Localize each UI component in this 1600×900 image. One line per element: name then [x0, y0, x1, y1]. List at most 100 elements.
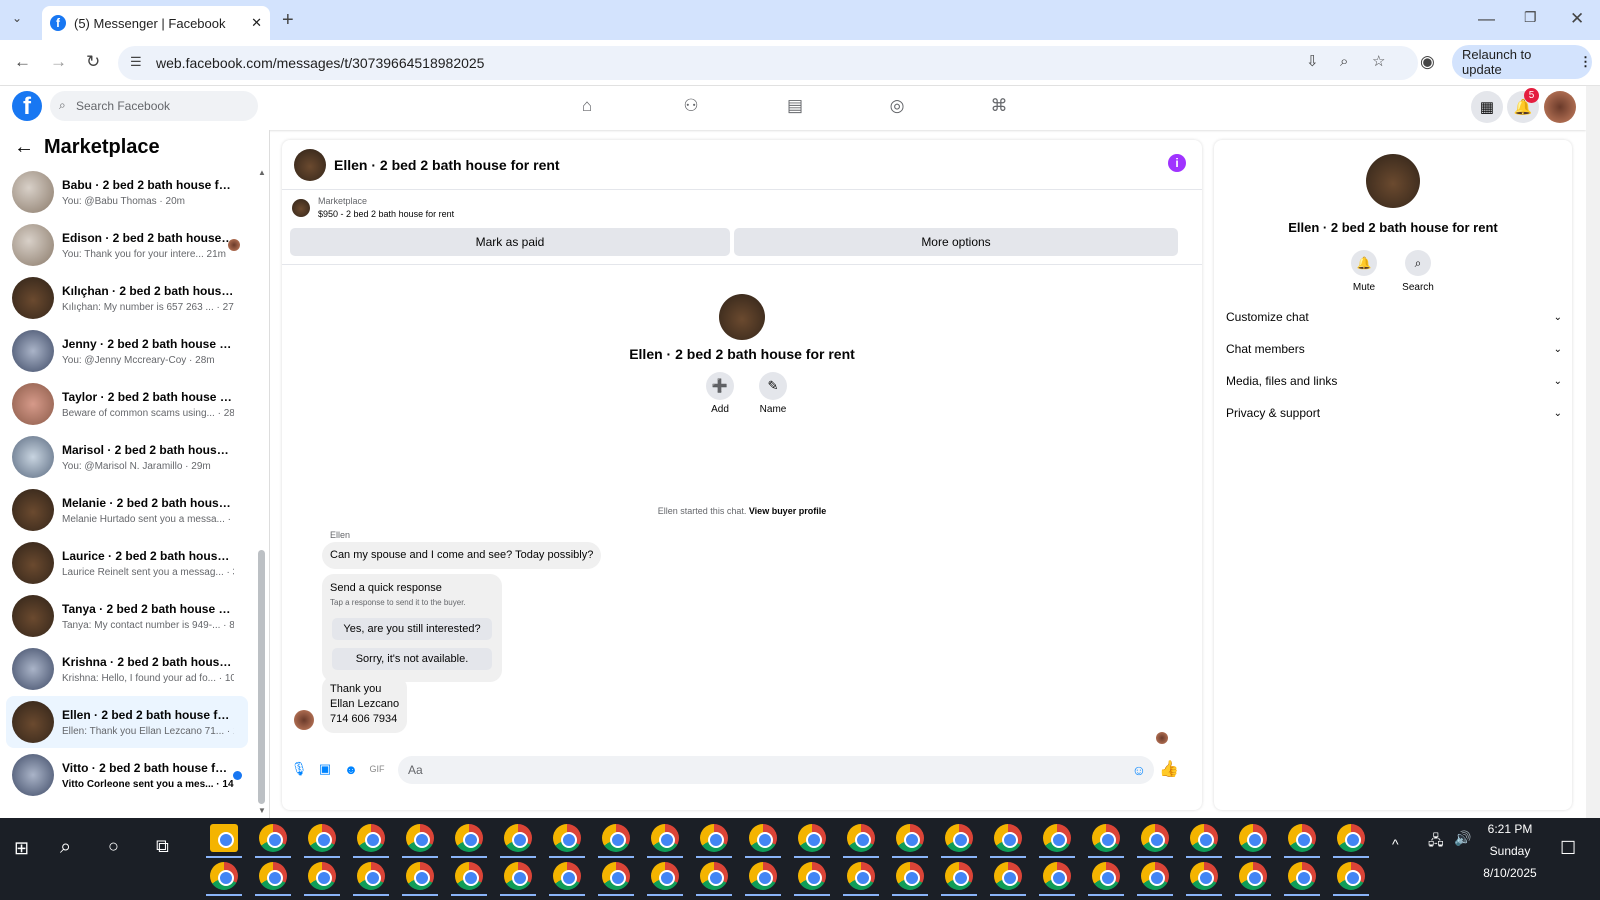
- chrome-window-icon[interactable]: [700, 862, 728, 890]
- mark-as-paid-button[interactable]: Mark as paid: [290, 228, 730, 256]
- chrome-window-icon[interactable]: [651, 824, 679, 852]
- scroll-up-icon[interactable]: ▲: [258, 168, 266, 177]
- chrome-window-icon[interactable]: [896, 824, 924, 852]
- chrome-window-icon[interactable]: [1190, 824, 1218, 852]
- photo-icon[interactable]: ▣: [316, 760, 334, 778]
- relaunch-button[interactable]: Relaunch to update ⋮: [1452, 45, 1592, 79]
- conversation-item[interactable]: Marisol · 2 bed 2 bath house fo... You: @…: [6, 431, 248, 483]
- microphone-icon[interactable]: 🎙: [290, 760, 308, 778]
- sticker-icon[interactable]: ☻: [342, 760, 360, 778]
- volume-icon[interactable]: 🔊: [1454, 830, 1471, 847]
- windows-start-icon[interactable]: ⊞: [14, 838, 29, 859]
- clock-time[interactable]: 6:21 PM: [1470, 822, 1550, 836]
- task-view-icon[interactable]: ⧉: [156, 836, 169, 857]
- listing-title[interactable]: $950 - 2 bed 2 bath house for rent: [318, 209, 454, 219]
- chrome-window-icon[interactable]: [602, 824, 630, 852]
- minimize-icon[interactable]: —: [1478, 10, 1495, 27]
- conversation-item[interactable]: Ellen · 2 bed 2 bath house for r... Ellen…: [6, 696, 248, 748]
- conversation-item[interactable]: Tanya · 2 bed 2 bath house for r... Tanya…: [6, 590, 248, 642]
- chrome-window-icon[interactable]: [1092, 824, 1120, 852]
- chat-avatar[interactable]: [294, 148, 326, 181]
- chrome-window-icon[interactable]: [945, 824, 973, 852]
- notification-center-icon[interactable]: ☐: [1560, 838, 1576, 859]
- info-section-row[interactable]: Media, files and links ⌄: [1226, 366, 1562, 396]
- message-bubble-contact[interactable]: Thank you Ellan Lezcano 714 606 7934: [322, 676, 408, 733]
- clock-date[interactable]: 8/10/2025: [1470, 866, 1550, 880]
- chrome-window-icon[interactable]: [798, 824, 826, 852]
- more-options-button[interactable]: More options: [734, 228, 1178, 256]
- chrome-window-icon[interactable]: [308, 824, 336, 852]
- info-section-row[interactable]: Chat members ⌄: [1226, 334, 1562, 364]
- emoji-icon[interactable]: ☺: [1132, 762, 1146, 778]
- clock-day[interactable]: Sunday: [1470, 844, 1550, 858]
- more-menu-icon[interactable]: ⋮: [1579, 54, 1592, 70]
- conversation-item[interactable]: Edison · 2 bed 2 bath house f... You: Tha…: [6, 219, 248, 271]
- chrome-window-icon[interactable]: [1190, 862, 1218, 890]
- scroll-down-icon[interactable]: ▼: [258, 806, 266, 815]
- chrome-window-icon[interactable]: [749, 862, 777, 890]
- chrome-window-icon[interactable]: [651, 862, 679, 890]
- mute-bell-icon[interactable]: 🔔: [1351, 250, 1377, 276]
- chrome-window-icon[interactable]: [357, 862, 385, 890]
- forward-icon[interactable]: →: [50, 53, 67, 70]
- chrome-window-icon[interactable]: [504, 862, 532, 890]
- sender-avatar[interactable]: [294, 710, 314, 730]
- site-info-icon[interactable]: ☰: [130, 55, 142, 68]
- install-icon[interactable]: ⇩: [1306, 54, 1319, 69]
- chrome-window-icon[interactable]: [602, 862, 630, 890]
- url-field[interactable]: ☰ web.facebook.com/messages/t/3073966451…: [118, 46, 1418, 80]
- marketplace-icon[interactable]: ▤: [784, 96, 806, 118]
- chrome-window-icon[interactable]: [1337, 862, 1365, 890]
- info-icon[interactable]: i: [1168, 154, 1186, 172]
- back-icon[interactable]: ←: [14, 53, 31, 70]
- network-icon[interactable]: 🖧: [1428, 830, 1444, 854]
- chrome-window-icon[interactable]: [406, 824, 434, 852]
- account-avatar[interactable]: [1544, 91, 1576, 123]
- chrome-window-icon[interactable]: [553, 862, 581, 890]
- chrome-window-icon[interactable]: [896, 862, 924, 890]
- restore-icon[interactable]: ❐: [1524, 10, 1537, 24]
- chrome-window-icon[interactable]: [308, 862, 336, 890]
- chrome-window-icon[interactable]: [504, 824, 532, 852]
- chrome-window-icon[interactable]: [1288, 824, 1316, 852]
- info-section-row[interactable]: Privacy & support ⌄: [1226, 398, 1562, 428]
- chrome-window-icon[interactable]: [847, 824, 875, 852]
- chrome-window-icon[interactable]: [1337, 824, 1365, 852]
- conversation-item[interactable]: Krishna · 2 bed 2 bath house fo... Krishn…: [6, 643, 248, 695]
- message-bubble[interactable]: Can my spouse and I come and see? Today …: [322, 542, 602, 569]
- chrome-window-icon[interactable]: [1288, 862, 1316, 890]
- browser-tab[interactable]: f (5) Messenger | Facebook ✕: [42, 6, 270, 40]
- chrome-window-icon[interactable]: [553, 824, 581, 852]
- home-icon[interactable]: ⌂: [576, 96, 598, 118]
- chrome-window-icon[interactable]: [1239, 824, 1267, 852]
- chrome-window-icon[interactable]: [406, 862, 434, 890]
- zoom-icon[interactable]: ⌕: [1340, 54, 1348, 69]
- chrome-window-icon[interactable]: [798, 862, 826, 890]
- chrome-window-icon[interactable]: [455, 862, 483, 890]
- search-conversation-icon[interactable]: ⌕: [1405, 250, 1431, 276]
- chrome-window-icon[interactable]: [994, 862, 1022, 890]
- cortana-icon[interactable]: ○: [108, 836, 119, 857]
- tab-search-icon[interactable]: ⌄: [12, 12, 22, 24]
- chrome-window-icon[interactable]: [994, 824, 1022, 852]
- conversation-item[interactable]: Laurice · 2 bed 2 bath house for... Lauri…: [6, 537, 248, 589]
- chrome-window-icon[interactable]: [210, 862, 238, 890]
- conversation-item[interactable]: Babu · 2 bed 2 bath house for r... You: @…: [6, 166, 248, 218]
- file-explorer-icon[interactable]: [210, 824, 238, 852]
- conversation-item[interactable]: Taylor · 2 bed 2 bath house for ... Bewar…: [6, 378, 248, 430]
- chrome-window-icon[interactable]: [847, 862, 875, 890]
- conversation-item[interactable]: Vitto · 2 bed 2 bath house for... Vitto C…: [6, 749, 248, 801]
- sidebar-scrollbar[interactable]: [258, 550, 265, 804]
- page-scrollbar[interactable]: [1586, 86, 1600, 818]
- add-person-icon[interactable]: ➕: [706, 372, 734, 400]
- conversation-item[interactable]: Melanie · 2 bed 2 bath house fo... Melani…: [6, 484, 248, 536]
- chrome-window-icon[interactable]: [945, 862, 973, 890]
- view-buyer-profile-link[interactable]: View buyer profile: [749, 506, 826, 516]
- profile-icon[interactable]: ◉: [1420, 53, 1435, 70]
- search-taskbar-icon[interactable]: ⌕: [60, 836, 71, 859]
- search-facebook-input[interactable]: ⌕ Search Facebook: [50, 91, 258, 121]
- chrome-window-icon[interactable]: [1141, 862, 1169, 890]
- menu-grid-icon[interactable]: ▦: [1471, 91, 1503, 123]
- like-thumb-icon[interactable]: 👍: [1159, 760, 1179, 778]
- quick-response-button-2[interactable]: Sorry, it's not available.: [332, 648, 492, 670]
